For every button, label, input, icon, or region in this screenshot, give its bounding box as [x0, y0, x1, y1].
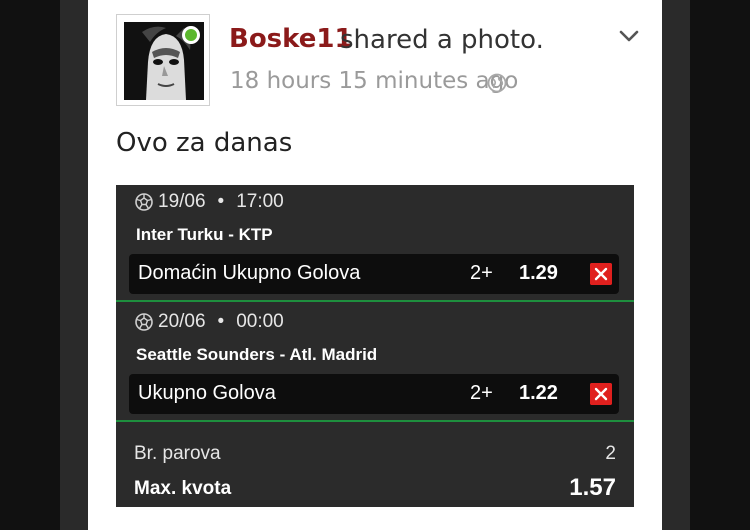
avatar[interactable] — [116, 14, 210, 106]
page-gutter-right — [662, 0, 690, 530]
page-gutter-left — [60, 0, 88, 530]
match-2-bet-spec: 2+ — [470, 382, 493, 404]
match-2-date: 20/06 — [158, 311, 206, 332]
bet-ticket-image[interactable]: 19/06 • 17:00 Inter Turku - KTP Domaćin … — [116, 185, 634, 507]
match-2-bet-odd: 1.22 — [519, 382, 558, 404]
avatar-image — [124, 22, 204, 100]
match-1: 19/06 • 17:00 Inter Turku - KTP Domaćin … — [116, 185, 634, 302]
match-1-datetime: 19/06 • 17:00 — [134, 191, 284, 213]
match-2-datetime: 20/06 • 00:00 — [134, 311, 284, 333]
match-1-teams: Inter Turku - KTP — [136, 225, 273, 244]
match-1-time: 17:00 — [236, 191, 284, 212]
summary-separator — [116, 420, 634, 422]
page-background-left — [0, 0, 60, 530]
football-icon — [135, 313, 153, 331]
lost-x-icon — [590, 383, 612, 405]
match-2-time: 00:00 — [236, 311, 284, 332]
football-icon — [135, 193, 153, 211]
max-odds-value: 1.57 — [569, 474, 616, 501]
post-username[interactable]: Boske11 — [229, 24, 353, 54]
match-2: 20/06 • 00:00 Seattle Sounders - Atl. Ma… — [116, 305, 634, 422]
globe-icon — [487, 73, 507, 93]
match-1-dot: • — [217, 191, 225, 212]
max-odds-label: Max. kvota — [134, 478, 232, 499]
online-status-dot — [182, 26, 200, 44]
chevron-down-icon[interactable] — [618, 28, 640, 44]
match-2-bet-row: Ukupno Golova 2+ 1.22 — [129, 374, 619, 414]
match-1-bet-odd: 1.29 — [519, 262, 558, 284]
post-timestamp[interactable]: 18 hours 15 minutes ago — [230, 68, 518, 94]
post-card: Boske11 shared a photo. 18 hours 15 minu… — [88, 0, 662, 530]
match-2-bet-name: Ukupno Golova — [138, 382, 276, 404]
pairs-count-value: 2 — [605, 443, 616, 464]
match-1-date: 19/06 — [158, 191, 206, 212]
lost-x-icon — [590, 263, 612, 285]
page-background-right — [690, 0, 750, 530]
match-2-dot: • — [217, 311, 225, 332]
post-action-text: shared a photo. — [340, 25, 544, 55]
post-text: Ovo za danas — [116, 128, 293, 158]
match-1-bet-name: Domaćin Ukupno Golova — [138, 262, 361, 284]
match-2-teams: Seattle Sounders - Atl. Madrid — [136, 345, 378, 364]
pairs-count-label: Br. parova — [134, 443, 221, 464]
match-separator — [116, 300, 634, 302]
match-1-bet-spec: 2+ — [470, 262, 493, 284]
match-1-bet-row: Domaćin Ukupno Golova 2+ 1.29 — [129, 254, 619, 294]
